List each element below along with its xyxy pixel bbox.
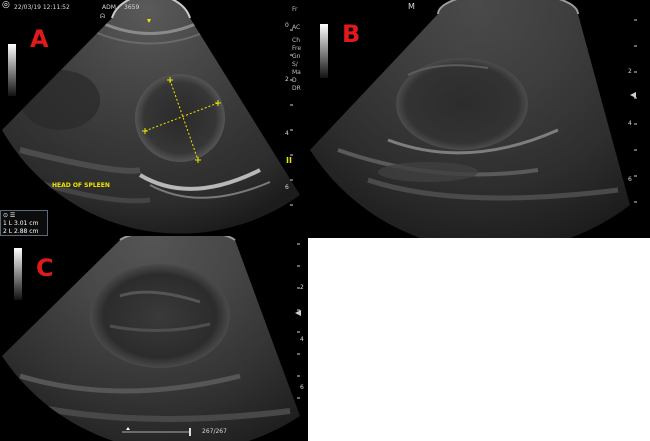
panel-label-c: C	[36, 254, 54, 282]
measurement-1-value: 3.01 cm	[14, 220, 39, 227]
param-label-2: AC	[292, 24, 301, 31]
ge-logo-icon: ◎	[2, 0, 10, 10]
header-id: 3659	[124, 4, 140, 11]
measurement-header: ⊙ ☰	[3, 212, 16, 219]
measurement-1-index: 1	[3, 220, 7, 227]
measurement-2-label: L	[8, 228, 13, 235]
measurement-1-label: L	[8, 220, 13, 227]
param-label-3: Ch	[292, 37, 300, 44]
ultrasound-panel-b: M B 2 4 6	[308, 0, 650, 238]
panel-label-b: B	[342, 20, 361, 48]
param-label-8: D	[292, 77, 297, 84]
param-label-1: Fr	[292, 6, 298, 13]
annotation-head-of-spleen: HEAD OF SPLEEN	[52, 182, 110, 189]
param-label-6: S/	[292, 61, 298, 68]
header-datetime: 22/03/19 12:11:52	[14, 4, 70, 11]
header-operator: ADM	[102, 4, 116, 11]
measurement-box: ⊙ ☰ 1 L 3.01 cm 2 L 2.88 cm	[0, 210, 48, 236]
probe-orientation-icon: ᗣ	[100, 13, 105, 20]
orientation-marker: M	[408, 2, 415, 11]
depth-tick-c-4: 4	[300, 336, 304, 343]
measurement-2-index: 2	[3, 228, 7, 235]
depth-tick-c-6: 6	[300, 384, 304, 391]
svg-text:II: II	[286, 156, 292, 165]
depth-tick-c-2: 2	[300, 284, 304, 291]
depth-tick-b-6: 6	[628, 176, 632, 183]
panel-label-a: A	[30, 25, 49, 53]
depth-tick-6: 6	[285, 184, 289, 191]
depth-tick-b-2: 2	[628, 68, 632, 75]
depth-tick-4: 4	[285, 130, 289, 137]
depth-tick-b-4: 4	[628, 120, 632, 127]
measurement-row-1: 1 L 3.01 cm	[3, 220, 38, 227]
param-label-7: Ma	[292, 69, 301, 76]
ultrasound-panel-c: C 2 4 6 267/267	[0, 236, 308, 441]
depth-tick-2: 2	[285, 76, 289, 83]
measurement-row-2: 2 L 2.88 cm	[3, 228, 38, 235]
param-label-5: Gn	[292, 53, 301, 60]
depth-tick-0: 0	[285, 22, 289, 29]
param-label-4: Fre	[292, 45, 302, 52]
measurement-2-value: 2.88 cm	[14, 228, 39, 235]
cine-frame-counter: 267/267	[202, 428, 227, 435]
param-label-9: DR	[292, 85, 301, 92]
ultrasound-panel-a: II ◎ 22/03/19 12:11:52 ADM 3659 ᗣ A HEAD…	[0, 0, 308, 236]
